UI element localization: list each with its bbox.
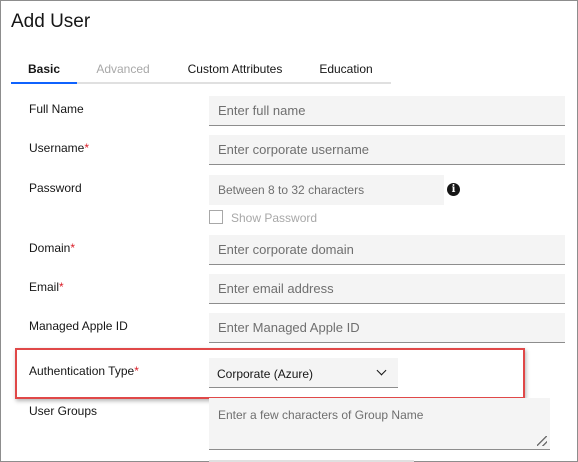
required-marker: * (59, 280, 64, 294)
authentication-type-label-text: Authentication Type (29, 364, 135, 378)
add-user-dialog: Add User Basic Advanced Custom Attribute… (0, 0, 578, 462)
tab-basic[interactable]: Basic (11, 57, 77, 84)
required-marker: * (134, 364, 139, 378)
authentication-type-select[interactable]: Corporate (Azure) (209, 358, 398, 388)
full-name-label: Full Name (29, 102, 84, 116)
password-field[interactable] (209, 175, 444, 205)
domain-field[interactable] (209, 235, 565, 265)
managed-apple-id-label: Managed Apple ID (29, 319, 128, 333)
show-password-label: Show Password (231, 211, 318, 225)
domain-label: Domain* (29, 241, 75, 255)
email-field[interactable] (209, 274, 565, 304)
password-label: Password (29, 181, 82, 195)
managed-apple-id-label-text: Managed Apple ID (29, 319, 128, 333)
username-label: Username* (29, 141, 89, 155)
chevron-down-icon (376, 365, 387, 376)
user-groups-label-text: User Groups (29, 404, 98, 418)
show-password-checkbox[interactable] (209, 210, 223, 224)
required-marker: * (84, 141, 90, 155)
info-icon[interactable]: i (447, 183, 460, 196)
email-label: Email* (29, 280, 64, 294)
password-label-text: Password (29, 181, 82, 195)
username-field[interactable] (209, 135, 565, 165)
domain-label-text: Domain (29, 241, 71, 255)
tab-advanced: Advanced (77, 57, 169, 84)
tab-education[interactable]: Education (301, 57, 391, 84)
full-name-label-text: Full Name (29, 102, 84, 116)
authentication-type-label: Authentication Type* (29, 364, 139, 378)
user-groups-field[interactable] (209, 398, 550, 450)
managed-apple-id-field[interactable] (209, 313, 565, 343)
tab-custom-attributes[interactable]: Custom Attributes (169, 57, 301, 84)
user-groups-label: User Groups (29, 404, 97, 418)
full-name-field[interactable] (209, 96, 565, 126)
required-marker: * (70, 241, 76, 255)
authentication-type-value: Corporate (Azure) (217, 367, 314, 381)
email-label-text: Email (29, 280, 60, 294)
username-label-text: Username (29, 141, 85, 155)
dialog-title: Add User (11, 11, 91, 32)
resize-handle-icon[interactable] (537, 436, 547, 446)
